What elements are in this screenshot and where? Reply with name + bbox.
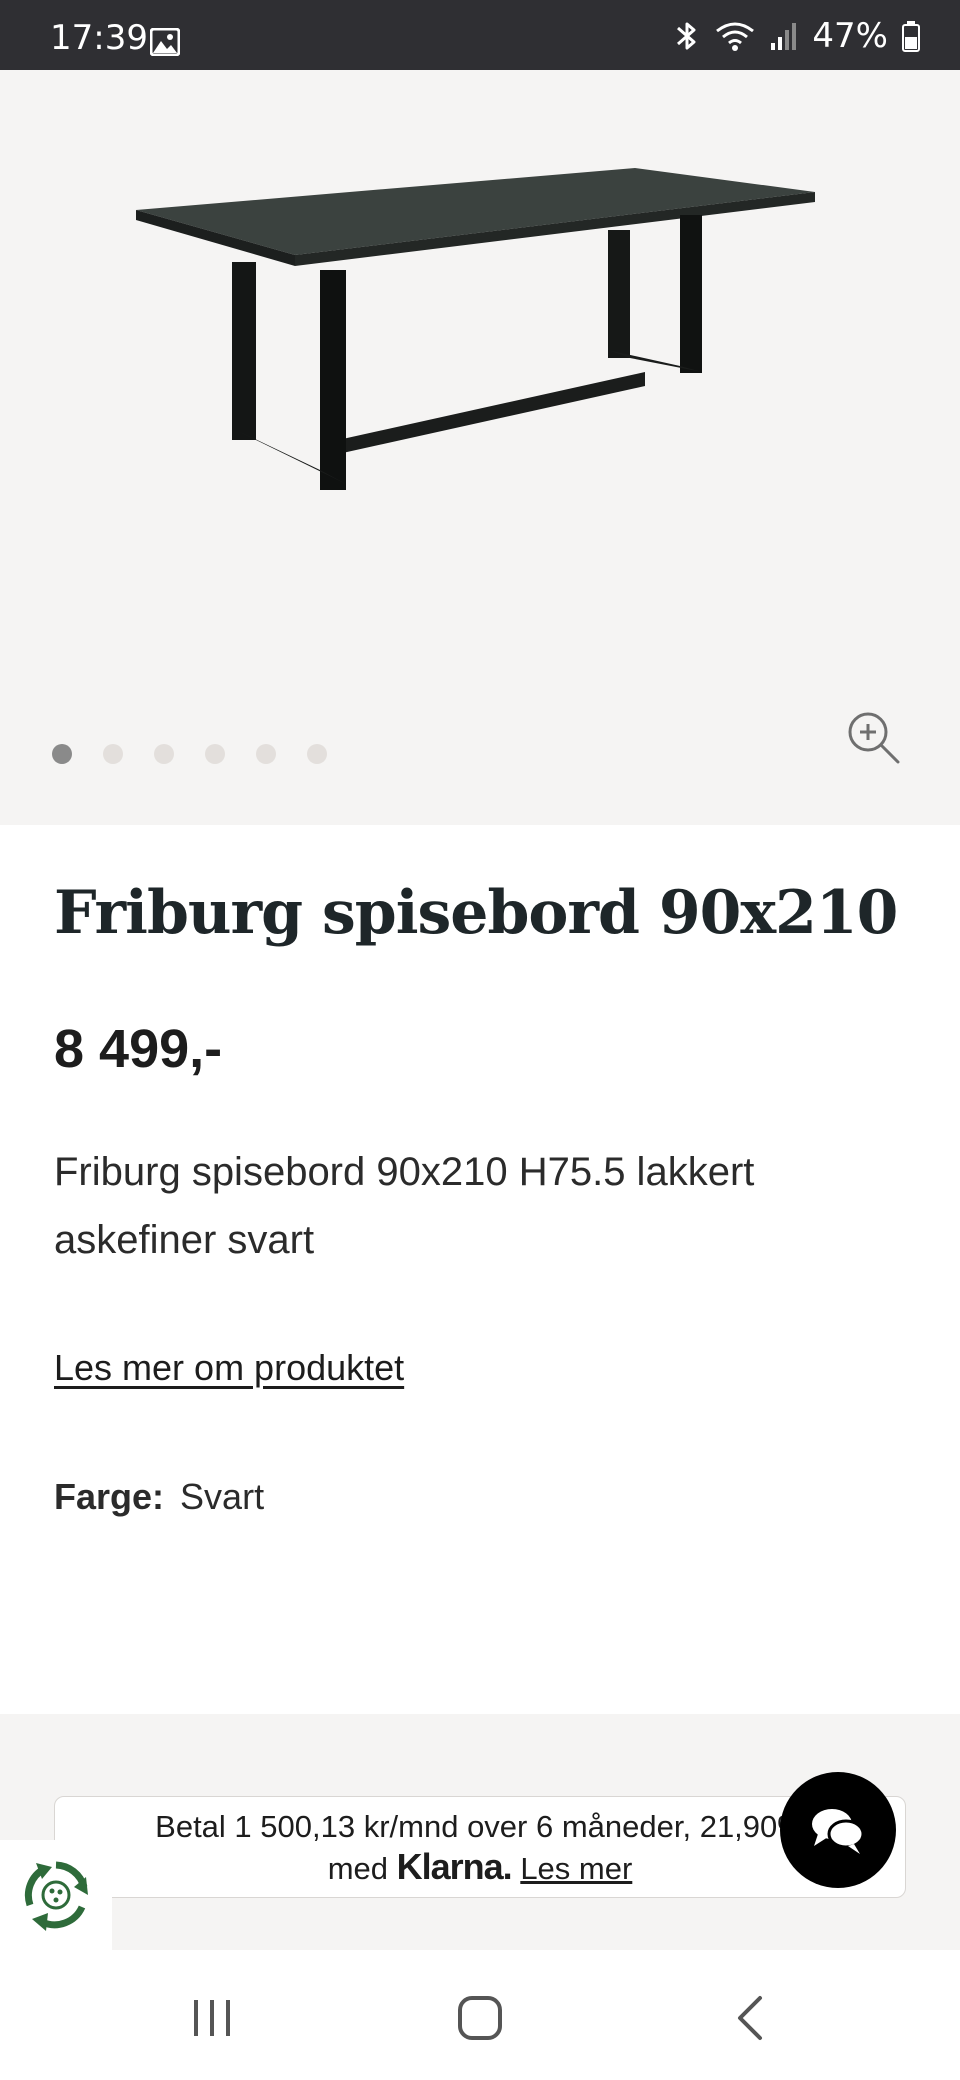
gallery-dot-1[interactable] <box>52 744 72 764</box>
eco-badge[interactable] <box>0 1840 112 1950</box>
chat-button[interactable] <box>780 1772 896 1888</box>
klarna-line1: Betal 1 500,13 kr/mnd over 6 måneder, 21… <box>155 1809 805 1844</box>
signal-icon <box>771 23 797 50</box>
klarna-logo: Klarna. <box>396 1846 513 1887</box>
recent-apps-button[interactable] <box>172 1978 252 2058</box>
back-icon <box>738 1996 762 2040</box>
color-label: Farge: <box>54 1476 165 1517</box>
read-more-link[interactable]: Les mer om produktet <box>54 1347 404 1389</box>
gallery-dot-3[interactable] <box>154 744 174 764</box>
battery-icon <box>902 21 920 52</box>
home-button[interactable] <box>440 1978 520 2058</box>
system-nav-bar <box>0 1950 960 2080</box>
gallery-pagination[interactable] <box>52 744 327 764</box>
color-value: Svart <box>180 1476 265 1517</box>
klarna-line2: med Klarna. Les mer <box>55 1847 905 1889</box>
gallery-dot-4[interactable] <box>205 744 225 764</box>
product-price: 8 499,- <box>54 1019 223 1079</box>
bluetooth-icon <box>677 22 696 50</box>
status-time: 17:39 <box>50 18 148 58</box>
klarna-read-more-link[interactable]: Les mer <box>520 1851 632 1886</box>
home-icon <box>458 1996 502 2040</box>
gallery-dot-6[interactable] <box>307 744 327 764</box>
wifi-icon <box>716 22 755 51</box>
status-bar: 17:39 47% <box>0 0 960 70</box>
gallery-dot-5[interactable] <box>256 744 276 764</box>
product-description: Friburg spisebord 90x210 H75.5 lakkert a… <box>54 1150 755 1262</box>
gallery-dot-2[interactable] <box>103 744 123 764</box>
recycle-icon <box>24 1861 88 1931</box>
product-gallery[interactable] <box>0 70 960 825</box>
zoom-in-icon[interactable] <box>846 710 902 766</box>
gallery-icon <box>150 28 180 56</box>
klarna-prefix: med <box>327 1851 389 1886</box>
back-button[interactable] <box>710 1978 790 2058</box>
status-right: 47% <box>674 16 920 56</box>
recent-apps-icon <box>194 2000 230 2036</box>
chat-icon <box>812 1809 865 1854</box>
product-image[interactable] <box>120 110 840 490</box>
color-row: Farge: Svart <box>54 1476 264 1518</box>
battery-percent: 47% <box>812 16 888 56</box>
product-title: Friburg spisebord 90x210 <box>54 878 898 948</box>
klarna-banner: Betal 1 500,13 kr/mnd over 6 måneder, 21… <box>54 1796 906 1898</box>
